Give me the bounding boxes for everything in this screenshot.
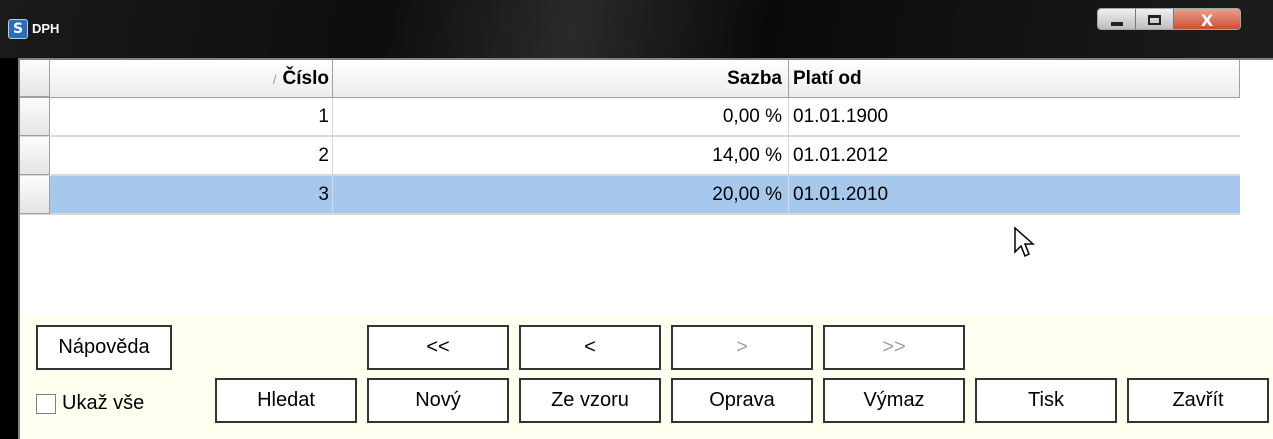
- cell-sazba: 0,00 %: [333, 98, 789, 136]
- next-record-button[interactable]: >: [671, 325, 813, 370]
- title-bar[interactable]: S DPH X: [0, 0, 1273, 58]
- close-window-button[interactable]: X: [1174, 9, 1240, 30]
- delete-button[interactable]: Výmaz: [823, 378, 965, 423]
- cell-cislo: 3: [51, 176, 333, 214]
- checkbox-icon[interactable]: [36, 393, 56, 414]
- table-row[interactable]: 2 14,00 % 01.01.2012: [20, 137, 1240, 176]
- cell-sazba: 20,00 %: [333, 176, 789, 214]
- show-all-checkbox[interactable]: Ukaž vše: [36, 392, 144, 415]
- header-row-selector[interactable]: [20, 60, 50, 97]
- column-header-cislo-label: Číslo: [282, 68, 329, 89]
- search-button[interactable]: Hledat: [215, 378, 357, 423]
- row-selector[interactable]: [20, 137, 50, 175]
- cell-cislo: 2: [51, 137, 333, 175]
- help-button[interactable]: Nápověda: [36, 325, 172, 370]
- window-title: DPH: [32, 21, 60, 36]
- row-selector[interactable]: [20, 176, 50, 214]
- close-icon: X: [1200, 10, 1214, 30]
- previous-record-button[interactable]: <: [519, 325, 661, 370]
- edit-button[interactable]: Oprava: [671, 378, 813, 423]
- grid-header-row: / Číslo Sazba Platí od: [20, 60, 1240, 98]
- cell-sazba: 14,00 %: [333, 137, 789, 175]
- maximize-button[interactable]: [1136, 9, 1174, 29]
- minimize-button[interactable]: [1098, 9, 1136, 29]
- sort-indicator-icon: /: [272, 72, 277, 87]
- data-grid[interactable]: / Číslo Sazba Platí od 1 0,00 % 01.01.190…: [18, 58, 1273, 314]
- table-row[interactable]: 1 0,00 % 01.01.1900: [20, 98, 1240, 137]
- window-controls: X: [1097, 8, 1241, 30]
- dph-window: S DPH X / Číslo Sazba Platí od 1 0,00 % 0…: [0, 0, 1273, 439]
- column-header-cislo[interactable]: / Číslo: [51, 60, 333, 97]
- cell-cislo: 1: [51, 98, 333, 136]
- from-template-button[interactable]: Ze vzoru: [519, 378, 661, 423]
- column-header-plati-od[interactable]: Platí od: [789, 60, 1240, 97]
- new-button[interactable]: Nový: [367, 378, 509, 423]
- cell-plati-od: 01.01.1900: [789, 98, 1240, 136]
- table-row-selected[interactable]: 3 20,00 % 01.01.2010: [20, 176, 1240, 215]
- maximize-icon: [1148, 15, 1161, 25]
- cell-plati-od: 01.01.2012: [789, 137, 1240, 175]
- print-button[interactable]: Tisk: [975, 378, 1117, 423]
- row-selector[interactable]: [20, 98, 50, 136]
- mouse-cursor-icon: [1014, 226, 1035, 258]
- cell-plati-od: 01.01.2010: [789, 176, 1240, 214]
- column-header-sazba[interactable]: Sazba: [333, 60, 789, 97]
- button-bar: Nápověda << < > >> Ukaž vše Hledat Nový …: [18, 314, 1273, 439]
- close-button[interactable]: Zavřít: [1127, 378, 1269, 423]
- first-record-button[interactable]: <<: [367, 325, 509, 370]
- minimize-icon: [1110, 22, 1123, 26]
- app-icon: S: [8, 19, 28, 39]
- show-all-label: Ukaž vše: [62, 392, 145, 414]
- last-record-button[interactable]: >>: [823, 325, 965, 370]
